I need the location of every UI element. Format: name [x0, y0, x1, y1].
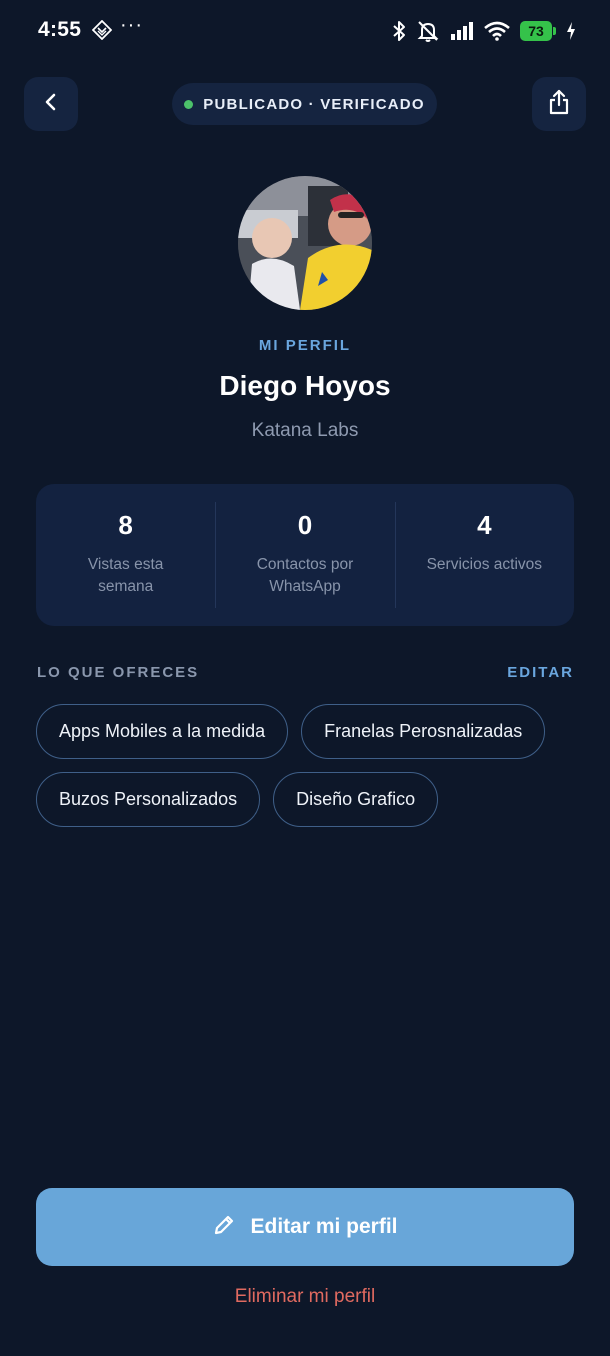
- share-button[interactable]: [532, 77, 586, 131]
- status-dot: [184, 99, 194, 109]
- nfc-icon: [91, 19, 113, 41]
- stat-value: 0: [297, 510, 313, 540]
- offer-chip[interactable]: Apps Mobiles a la medida: [36, 704, 289, 759]
- profile-name: Diego Hoyos: [219, 370, 391, 401]
- more-notifications-icon: ···: [120, 14, 143, 36]
- back-button[interactable]: [24, 77, 78, 131]
- publish-status-label: PUBLICADO · VERIFICADO: [203, 95, 425, 113]
- stat-whatsapp-contacts: 0 Contactos por WhatsApp: [215, 484, 394, 626]
- edit-profile-button[interactable]: Editar mi perfil: [36, 1188, 574, 1266]
- stats-card: 8 Vistas esta semana 0 Contactos por Wha…: [36, 484, 574, 626]
- status-bar: 4:55 ··· 73: [0, 0, 610, 62]
- edit-profile-label: Editar mi perfil: [250, 1215, 398, 1238]
- offer-chip[interactable]: Diseño Grafico: [273, 772, 439, 827]
- profile-screen: 4:55 ··· 73 PUBLICADO · VERIFICADO MI PE…: [0, 0, 610, 1356]
- profile-company: Katana Labs: [251, 420, 359, 441]
- delete-profile-link[interactable]: Eliminar mi perfil: [0, 1286, 610, 1308]
- avatar: [238, 176, 372, 310]
- chevron-left-icon: [43, 92, 59, 117]
- share-icon: [548, 89, 570, 120]
- bluetooth-icon: [392, 20, 406, 42]
- charging-icon: [566, 22, 576, 40]
- stat-label: Vistas esta semana: [87, 556, 164, 595]
- offers-section-title: LO QUE OFRECES: [37, 664, 200, 681]
- offer-chip[interactable]: Buzos Personalizados: [36, 772, 261, 827]
- offers-chip-list: Apps Mobiles a la medida Franelas Perosn…: [36, 704, 576, 827]
- battery-level: 73: [520, 21, 552, 41]
- battery-icon: 73: [520, 21, 556, 41]
- offer-chip[interactable]: Franelas Perosnalizadas: [301, 704, 546, 759]
- stat-label: Servicios activos: [426, 556, 543, 573]
- profile-eyebrow: MI PERFIL: [258, 337, 352, 354]
- silent-icon: [416, 20, 440, 42]
- pencil-icon: [212, 1213, 236, 1242]
- stat-value: 8: [118, 510, 133, 540]
- stat-active-services: 4 Servicios activos: [394, 484, 574, 626]
- stat-label: Contactos por WhatsApp: [256, 556, 354, 595]
- wifi-icon: [484, 21, 510, 41]
- stat-value: 4: [477, 510, 492, 540]
- status-time: 4:55: [38, 18, 82, 41]
- status-icons: 73: [392, 18, 576, 44]
- publish-status-badge: PUBLICADO · VERIFICADO: [172, 83, 437, 125]
- edit-offers-link[interactable]: EDITAR: [507, 664, 574, 681]
- stat-weekly-views: 8 Vistas esta semana: [36, 484, 215, 626]
- signal-icon: [450, 21, 474, 41]
